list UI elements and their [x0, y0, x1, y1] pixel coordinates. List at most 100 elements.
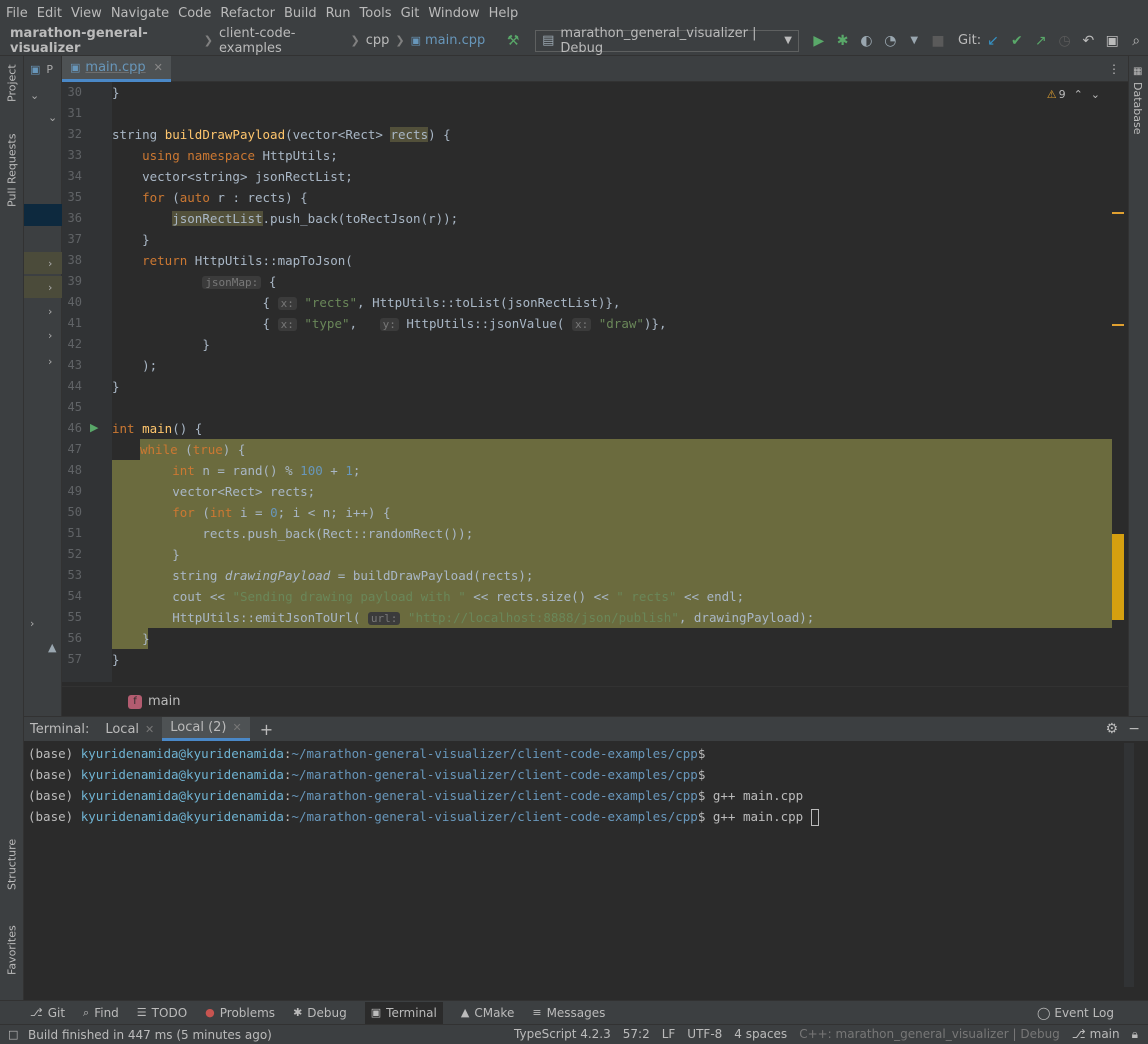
- line-separator[interactable]: LF: [662, 1027, 676, 1042]
- tree-row[interactable]: ›: [24, 612, 62, 634]
- terminal-tool-button[interactable]: ▣ Terminal: [364, 1001, 443, 1024]
- menu-edit[interactable]: Edit: [35, 6, 69, 21]
- menu-refactor[interactable]: Refactor: [218, 6, 282, 21]
- project-structure-icon[interactable]: ▣: [1102, 30, 1122, 52]
- build-status[interactable]: Build finished in 447 ms (5 minutes ago): [28, 1028, 272, 1042]
- close-icon[interactable]: ✕: [233, 721, 242, 734]
- git-commit-icon[interactable]: ✔: [1007, 30, 1027, 52]
- terminal-output[interactable]: (base) kyuridenamida@kyuridenamida:~/mar…: [28, 743, 1108, 993]
- git-push-icon[interactable]: ↗: [1031, 30, 1051, 52]
- menu-help[interactable]: Help: [487, 6, 526, 21]
- cmake-tool-button[interactable]: ▲ CMake: [461, 1006, 514, 1020]
- menu-code[interactable]: Code: [176, 6, 218, 21]
- tree-row[interactable]: ⌄: [24, 84, 62, 106]
- status-toggle-icon[interactable]: □: [8, 1028, 18, 1041]
- run-icon[interactable]: ▶: [809, 30, 829, 52]
- line-number: 42: [67, 337, 82, 351]
- lock-icon[interactable]: 🔒︎: [1132, 1027, 1138, 1042]
- add-terminal-icon[interactable]: +: [260, 720, 273, 739]
- more-run-icon[interactable]: ▼: [904, 30, 924, 52]
- indent-setting[interactable]: 4 spaces: [734, 1027, 787, 1042]
- git-tool-button[interactable]: ⎇ Git: [30, 1006, 65, 1020]
- breadcrumb-subfolder[interactable]: cpp: [366, 33, 390, 48]
- more-tabs-icon[interactable]: ⋮: [1108, 62, 1120, 76]
- pull-requests-tool-tab[interactable]: Pull Requests: [0, 120, 24, 220]
- profile-icon[interactable]: ◔: [880, 30, 900, 52]
- error-stripe-mark[interactable]: [1112, 534, 1124, 620]
- git-update-icon[interactable]: ↙: [983, 30, 1003, 52]
- run-configuration-label: marathon_general_visualizer | Debug: [560, 25, 757, 56]
- cursor-position[interactable]: 57:2: [623, 1027, 650, 1042]
- cpp-context[interactable]: C++: marathon_general_visualizer | Debug: [799, 1027, 1060, 1042]
- project-panel-header[interactable]: ▣ P: [24, 58, 62, 80]
- menu-git[interactable]: Git: [399, 6, 427, 21]
- breadcrumb-function[interactable]: main: [148, 694, 180, 709]
- tree-row[interactable]: ⌄: [24, 106, 62, 128]
- editor-tab-main-cpp[interactable]: ▣ main.cpp ✕: [62, 55, 171, 82]
- breadcrumb-file[interactable]: main.cpp: [425, 33, 485, 48]
- menu-view[interactable]: View: [69, 6, 109, 21]
- minimize-icon[interactable]: −: [1128, 721, 1140, 737]
- code-line-selected: while (true) {: [140, 439, 1112, 460]
- breadcrumb-project[interactable]: marathon-general-visualizer: [10, 26, 198, 56]
- tree-row[interactable]: ›: [24, 276, 62, 298]
- menu-tools[interactable]: Tools: [358, 6, 399, 21]
- cmake-file-icon: ▲: [48, 640, 57, 654]
- git-branch[interactable]: ⎇ main: [1072, 1027, 1120, 1042]
- code-area[interactable]: } string buildDrawPayload(vector<Rect> r…: [112, 82, 1112, 682]
- project-tool-tab[interactable]: Project: [0, 58, 24, 108]
- rollback-icon[interactable]: ↶: [1079, 30, 1099, 52]
- gear-icon[interactable]: ⚙: [1105, 721, 1118, 737]
- structure-tool-tab[interactable]: Structure: [0, 832, 24, 896]
- language-status[interactable]: TypeScript 4.2.3: [514, 1027, 611, 1042]
- menu-file[interactable]: File: [4, 6, 35, 21]
- file-encoding[interactable]: UTF-8: [687, 1027, 722, 1042]
- messages-tool-button[interactable]: ≡ Messages: [532, 1006, 605, 1020]
- breadcrumb-folder[interactable]: client-code-examples: [219, 26, 345, 56]
- tree-row-selected[interactable]: [24, 204, 62, 226]
- search-icon[interactable]: ⌕: [1126, 30, 1146, 52]
- terminal-tab-local-2[interactable]: Local (2) ✕: [162, 717, 250, 741]
- run-configuration-select[interactable]: ▤ marathon_general_visualizer | Debug ▼: [535, 26, 799, 56]
- close-icon[interactable]: ✕: [145, 723, 154, 736]
- error-stripe-mark[interactable]: [1112, 212, 1124, 214]
- tree-row[interactable]: ›: [24, 350, 62, 372]
- menu-navigate[interactable]: Navigate: [109, 6, 176, 21]
- close-icon[interactable]: ✕: [154, 61, 163, 74]
- database-tool-tab[interactable]: Database: [1131, 82, 1144, 135]
- event-log-button[interactable]: ◯ Event Log: [1037, 1006, 1114, 1020]
- find-tool-button[interactable]: ⌕ Find: [83, 1006, 119, 1020]
- history-icon[interactable]: ◷: [1055, 30, 1075, 52]
- menu-window[interactable]: Window: [426, 6, 486, 21]
- error-stripe-mark[interactable]: [1112, 324, 1124, 326]
- todo-tool-button[interactable]: ☰ TODO: [137, 1006, 187, 1020]
- chevron-right-icon: ›: [48, 328, 53, 342]
- terminal-scrollbar[interactable]: [1124, 743, 1134, 987]
- menu-run[interactable]: Run: [324, 6, 358, 21]
- tree-row[interactable]: ›: [24, 300, 62, 322]
- code-line: vector<string> jsonRectList;: [142, 169, 353, 184]
- tree-row[interactable]: ›: [24, 252, 62, 274]
- problems-tool-button[interactable]: ● Problems: [205, 1006, 275, 1020]
- terminal-tab-local[interactable]: Local ✕: [97, 717, 162, 741]
- debug-icon[interactable]: ✱: [833, 30, 853, 52]
- tree-row[interactable]: ▲: [24, 636, 62, 658]
- stop-icon[interactable]: ■: [928, 30, 948, 52]
- favorites-tool-tab[interactable]: Favorites: [0, 912, 24, 988]
- run-gutter-icon[interactable]: ▶: [90, 421, 98, 434]
- code-line-selected: vector<Rect> rects;: [112, 481, 1112, 502]
- build-hammer-icon[interactable]: ⚒: [503, 30, 523, 52]
- event-log-icon: ◯: [1036, 1005, 1051, 1020]
- menu-build[interactable]: Build: [282, 6, 324, 21]
- git-label: Git:: [957, 33, 982, 48]
- line-number: 47: [67, 442, 82, 456]
- debug-tool-button[interactable]: ✱ Debug: [293, 1006, 347, 1020]
- coverage-icon[interactable]: ◐: [857, 30, 877, 52]
- line-number: 50: [67, 505, 82, 519]
- tree-row[interactable]: ›: [24, 324, 62, 346]
- line-number: 39: [67, 274, 82, 288]
- line-number: 49: [67, 484, 82, 498]
- code-line: using namespace HttpUtils;: [142, 148, 338, 163]
